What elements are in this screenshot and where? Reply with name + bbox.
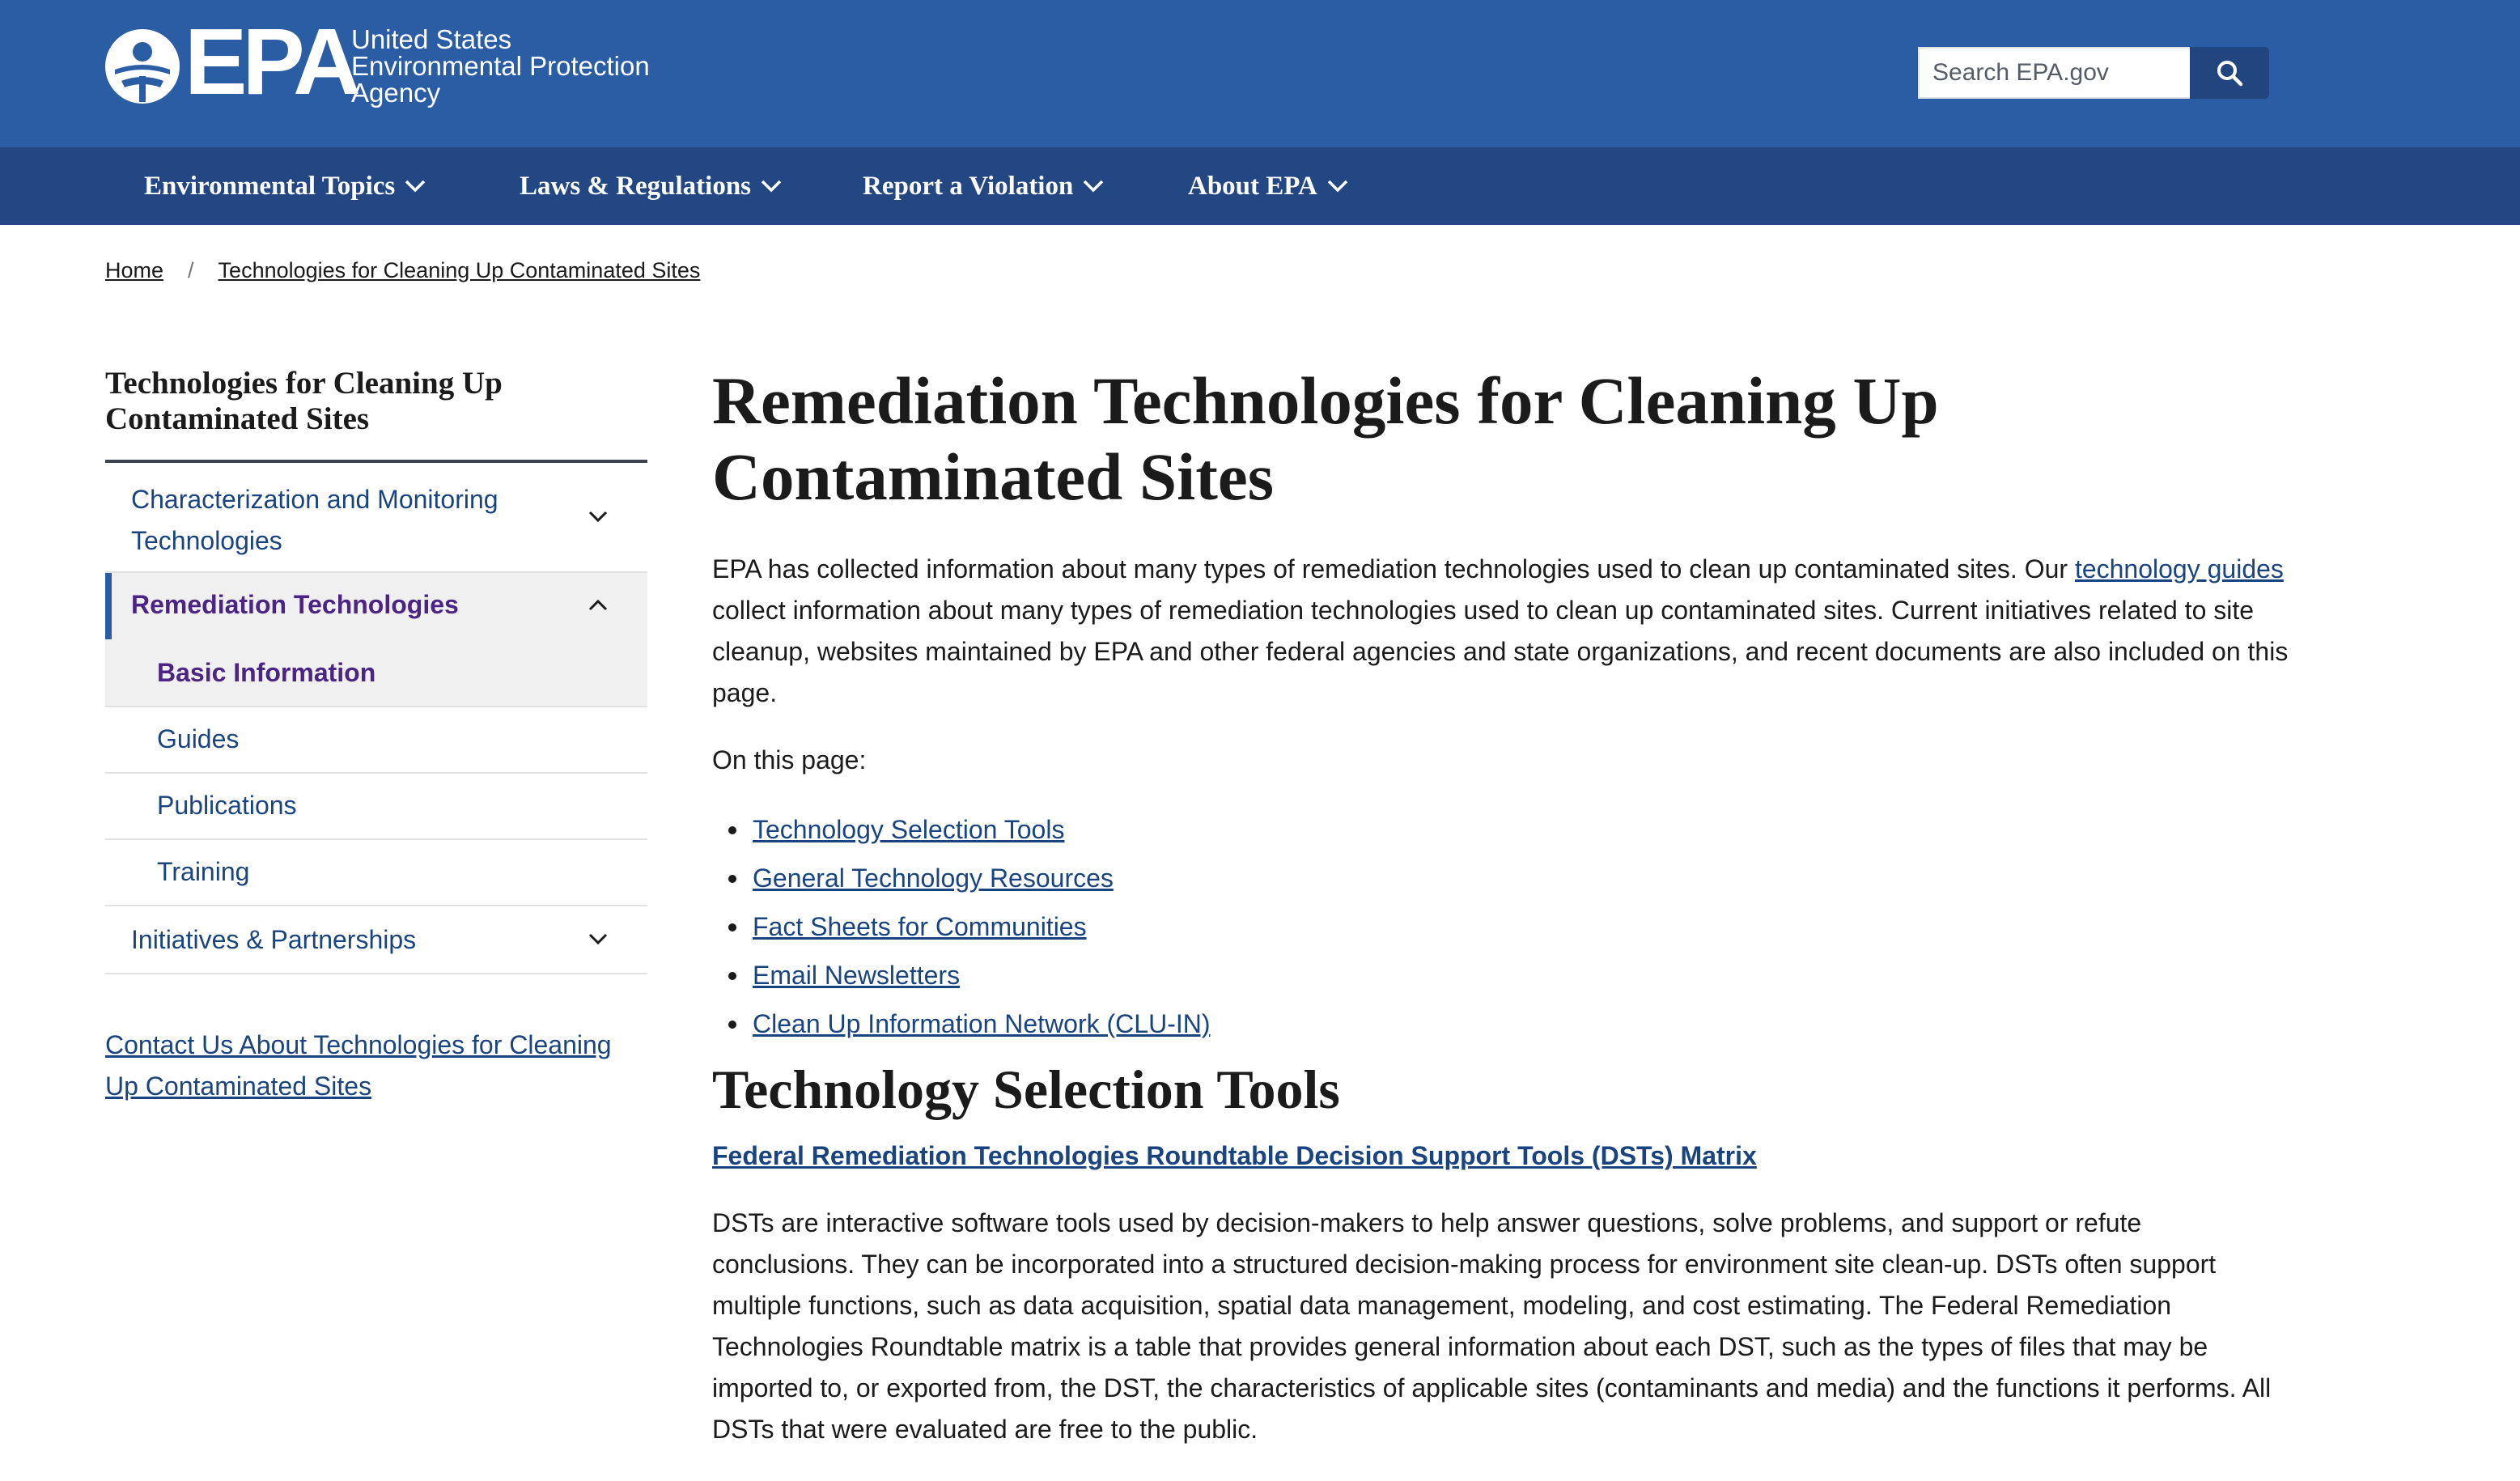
epa-seal-icon — [105, 29, 180, 104]
section-title: Technology Selection Tools — [712, 1059, 1340, 1120]
nav-laws-regulations[interactable]: Laws & Regulations — [520, 147, 782, 225]
chevron-down-icon — [761, 180, 782, 193]
on-this-page-list: Technology Selection Tools General Techn… — [712, 805, 2290, 1048]
sidebar-item-label: Remediation Technologies — [131, 590, 459, 619]
chevron-down-icon — [1327, 180, 1348, 193]
page-title: Remediation Technologies for Cleaning Up… — [712, 363, 1939, 514]
search-input[interactable] — [1918, 47, 2193, 99]
nav-report-violation[interactable]: Report a Violation — [863, 147, 1104, 225]
sidebar-item-label: Guides — [157, 724, 240, 753]
chevron-down-icon[interactable] — [588, 509, 609, 524]
sidebar-nav: Technologies for Cleaning Up Contaminate… — [105, 366, 647, 1107]
list-item: Clean Up Information Network (CLU-IN) — [712, 999, 2290, 1048]
breadcrumb-separator: / — [188, 257, 194, 282]
list-item: Fact Sheets for Communities — [712, 902, 2290, 951]
sidebar-title: Technologies for Cleaning Up Contaminate… — [105, 366, 647, 463]
toc-link-fact-sheets[interactable]: Fact Sheets for Communities — [753, 912, 1087, 941]
sidebar-item-remediation[interactable]: Remediation Technologies — [105, 573, 647, 639]
sidebar-item-initiatives[interactable]: Initiatives & Partnerships — [105, 906, 647, 974]
agency-name: United States Environmental Protection A… — [351, 24, 650, 108]
sidebar-item-publications[interactable]: Publications — [105, 774, 647, 840]
search-icon — [2217, 61, 2243, 87]
sidebar-item-label: Publications — [157, 791, 297, 820]
epa-logo-link[interactable]: EPA United States Environmental Protecti… — [104, 15, 686, 108]
sidebar-item-characterization[interactable]: Characterization and Monitoring Technolo… — [105, 463, 647, 573]
chevron-down-icon — [405, 180, 426, 193]
breadcrumb-home[interactable]: Home — [105, 258, 163, 283]
chevron-up-icon[interactable] — [588, 598, 609, 613]
toc-link-general-technology-resources[interactable]: General Technology Resources — [753, 864, 1114, 893]
intro-paragraph: EPA has collected information about many… — [712, 554, 2289, 707]
main-content: Remediation Technologies for Cleaning Up… — [712, 363, 2290, 1450]
sidebar-item-label: Characterization and Monitoring Technolo… — [131, 485, 498, 555]
contact-us-link[interactable]: Contact Us About Technologies for Cleani… — [105, 1025, 647, 1107]
sidebar-item-basic-information[interactable]: Basic Information — [105, 639, 647, 707]
dst-description: DSTs are interactive software tools used… — [712, 1208, 2272, 1444]
list-item: Email Newsletters — [712, 951, 2290, 999]
chevron-down-icon[interactable] — [588, 931, 609, 946]
breadcrumb: Home / Technologies for Cleaning Up Cont… — [105, 256, 700, 285]
main-nav: Environmental Topics Laws & Regulations … — [0, 147, 2520, 225]
search-button[interactable] — [2190, 47, 2269, 99]
toc-link-email-newsletters[interactable]: Email Newsletters — [753, 961, 960, 990]
toc-link-technology-selection-tools[interactable]: Technology Selection Tools — [753, 815, 1064, 844]
nav-about-epa[interactable]: About EPA — [1188, 147, 1348, 225]
site-header: EPA United States Environmental Protecti… — [0, 0, 2520, 147]
site-search — [1918, 47, 2269, 99]
on-this-page-label: On this page: — [712, 745, 867, 774]
toc-link-clu-in[interactable]: Clean Up Information Network (CLU-IN) — [753, 1009, 1211, 1038]
sidebar-item-training[interactable]: Training — [105, 840, 647, 906]
dst-matrix-link[interactable]: Federal Remediation Technologies Roundta… — [712, 1135, 2290, 1177]
technology-guides-link[interactable]: technology guides — [2075, 554, 2284, 583]
sidebar-item-label: Training — [157, 857, 250, 886]
breadcrumb-current[interactable]: Technologies for Cleaning Up Contaminate… — [218, 258, 701, 283]
chevron-down-icon — [1084, 180, 1104, 193]
sidebar-item-label: Basic Information — [157, 658, 376, 687]
list-item: General Technology Resources — [712, 854, 2290, 902]
sidebar-item-guides[interactable]: Guides — [105, 707, 647, 774]
nav-environmental-topics[interactable]: Environmental Topics — [144, 147, 426, 225]
list-item: Technology Selection Tools — [712, 805, 2290, 854]
epa-wordmark: EPA — [185, 9, 361, 114]
sidebar-item-label: Initiatives & Partnerships — [131, 925, 417, 954]
